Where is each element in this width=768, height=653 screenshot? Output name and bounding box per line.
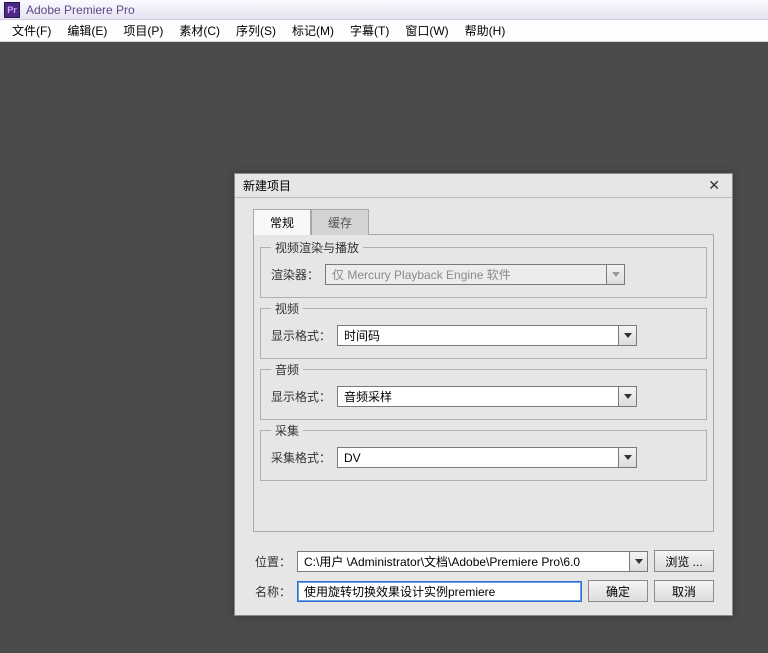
workspace: 新建项目 ✕ 常规 缓存 视频渲染与播放 渲染器： 仅 Mercury Play… <box>0 42 768 653</box>
group-audio-legend: 音频 <box>271 361 303 378</box>
capture-format-value: DV <box>338 451 618 465</box>
group-video-rendering-legend: 视频渲染与播放 <box>271 239 363 256</box>
menu-clip[interactable]: 素材(C) <box>171 20 228 41</box>
capture-format-select[interactable]: DV <box>337 447 637 468</box>
name-label: 名称： <box>253 583 291 600</box>
renderer-value: 仅 Mercury Playback Engine 软件 <box>326 266 606 283</box>
menu-sequence[interactable]: 序列(S) <box>228 20 284 41</box>
location-select[interactable]: C:\用户 \Administrator\文档\Adobe\Premiere P… <box>297 551 648 572</box>
tab-pane-general: 视频渲染与播放 渲染器： 仅 Mercury Playback Engine 软… <box>253 234 714 532</box>
new-project-dialog: 新建项目 ✕ 常规 缓存 视频渲染与播放 渲染器： 仅 Mercury Play… <box>234 173 733 616</box>
menu-window[interactable]: 窗口(W) <box>397 20 456 41</box>
dialog-body: 常规 缓存 视频渲染与播放 渲染器： 仅 Mercury Playback En… <box>235 198 732 540</box>
menu-file[interactable]: 文件(F) <box>4 20 59 41</box>
tab-strip: 常规 缓存 <box>253 208 714 234</box>
dialog-title: 新建项目 <box>243 177 291 194</box>
chevron-down-icon[interactable] <box>618 387 636 406</box>
cancel-button[interactable]: 取消 <box>654 580 714 602</box>
browse-button[interactable]: 浏览 ... <box>654 550 714 572</box>
video-format-label: 显示格式： <box>271 327 331 344</box>
video-format-value: 时间码 <box>338 327 618 344</box>
chevron-down-icon[interactable] <box>629 552 647 571</box>
menubar: 文件(F) 编辑(E) 项目(P) 素材(C) 序列(S) 标记(M) 字幕(T… <box>0 20 768 42</box>
group-capture: 采集 采集格式： DV <box>260 430 707 481</box>
location-label: 位置： <box>253 553 291 570</box>
audio-format-label: 显示格式： <box>271 388 331 405</box>
titlebar: Pr Adobe Premiere Pro <box>0 0 768 20</box>
renderer-select: 仅 Mercury Playback Engine 软件 <box>325 264 625 285</box>
group-video: 视频 显示格式： 时间码 <box>260 308 707 359</box>
chevron-down-icon[interactable] <box>618 326 636 345</box>
group-audio: 音频 显示格式： 音频采样 <box>260 369 707 420</box>
group-video-rendering: 视频渲染与播放 渲染器： 仅 Mercury Playback Engine 软… <box>260 247 707 298</box>
dialog-titlebar: 新建项目 ✕ <box>235 174 732 198</box>
audio-format-value: 音频采样 <box>338 388 618 405</box>
ok-button[interactable]: 确定 <box>588 580 648 602</box>
menu-help[interactable]: 帮助(H) <box>457 20 514 41</box>
menu-marker[interactable]: 标记(M) <box>284 20 342 41</box>
audio-format-select[interactable]: 音频采样 <box>337 386 637 407</box>
location-value: C:\用户 \Administrator\文档\Adobe\Premiere P… <box>298 553 629 570</box>
video-format-select[interactable]: 时间码 <box>337 325 637 346</box>
chevron-down-icon[interactable] <box>618 448 636 467</box>
menu-project[interactable]: 项目(P) <box>115 20 171 41</box>
menu-edit[interactable]: 编辑(E) <box>59 20 115 41</box>
group-capture-legend: 采集 <box>271 422 303 439</box>
app-icon: Pr <box>4 2 20 18</box>
group-video-legend: 视频 <box>271 300 303 317</box>
name-input[interactable] <box>297 581 582 602</box>
capture-format-label: 采集格式： <box>271 449 331 466</box>
renderer-label: 渲染器： <box>271 266 319 283</box>
tab-scratch-disks[interactable]: 缓存 <box>311 209 369 235</box>
chevron-down-icon <box>606 265 624 284</box>
menu-title[interactable]: 字幕(T) <box>342 20 397 41</box>
close-icon[interactable]: ✕ <box>704 177 724 194</box>
tab-general[interactable]: 常规 <box>253 209 311 235</box>
app-title: Adobe Premiere Pro <box>26 3 135 17</box>
dialog-bottom: 位置： C:\用户 \Administrator\文档\Adobe\Premie… <box>235 540 732 602</box>
